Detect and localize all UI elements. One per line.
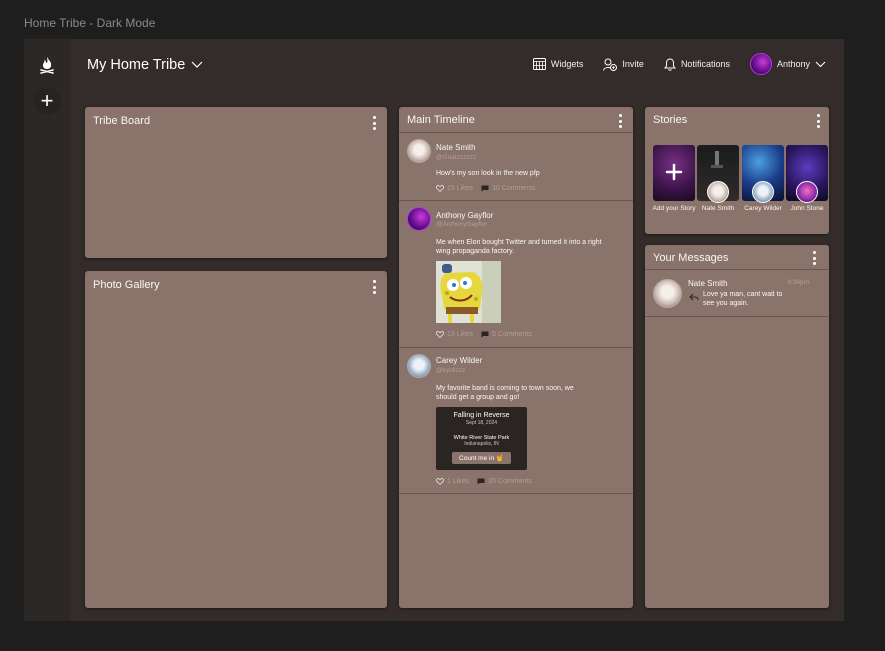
heart-icon — [436, 478, 444, 485]
event-title: Falling in Reverse — [453, 412, 510, 419]
campfire-icon — [40, 57, 54, 74]
message-time: 9:36pm — [787, 279, 809, 286]
more-options-icon[interactable] — [815, 114, 821, 128]
add-story-tile[interactable] — [653, 145, 695, 201]
post-handle: @AnthonyGayflor — [436, 221, 488, 228]
comment-icon — [481, 185, 489, 192]
more-options-icon[interactable] — [617, 114, 623, 128]
plus-icon — [665, 163, 683, 181]
comments-count: 10 Comments — [492, 185, 536, 192]
invite-button[interactable]: Invite — [603, 58, 644, 71]
more-options-icon[interactable] — [371, 116, 377, 130]
timeline-post: Nate Smith @Gnatzzzzzz How's my son look… — [399, 133, 633, 201]
post-text: How's my son look in the new pfp — [436, 170, 540, 177]
tribe-home-button[interactable] — [33, 51, 61, 79]
bell-icon — [663, 57, 676, 71]
message-preview: Love ya man, cant wait to see you again. — [703, 291, 783, 307]
comment-icon — [481, 331, 489, 338]
likes-count: 15 Likes — [447, 185, 474, 192]
comment-icon — [477, 478, 485, 485]
stories-title: Stories — [653, 114, 688, 126]
like-button[interactable]: 13 Likes — [436, 331, 473, 338]
message-sender: Nate Smith — [688, 279, 728, 288]
comments-count: 20 Comments — [488, 478, 532, 485]
post-stats: 15 Likes 10 Comments — [436, 185, 536, 192]
more-options-icon[interactable] — [811, 251, 817, 265]
widgets-label: Widgets — [550, 59, 584, 69]
tribe-board-card: Tribe Board — [85, 107, 387, 258]
notifications-label: Notifications — [680, 59, 730, 69]
post-text: Me when Elon bought Twitter and turned i… — [436, 239, 602, 255]
post-author[interactable]: Carey Wilder — [436, 356, 482, 365]
widgets-icon — [532, 58, 546, 70]
likes-count: 13 Likes — [447, 331, 474, 338]
reply-icon — [689, 293, 699, 301]
tribe-selector[interactable]: My Home Tribe — [87, 57, 203, 73]
like-button[interactable]: 15 Likes — [436, 185, 473, 192]
timeline-post: Carey Wilder @kyldizzz My favorite band … — [399, 348, 633, 494]
timeline-title: Main Timeline — [407, 114, 475, 126]
comments-count: 5 Comments — [492, 331, 532, 338]
comment-button[interactable]: 5 Comments — [481, 331, 532, 338]
photo-gallery-title: Photo Gallery — [93, 279, 160, 291]
story-avatar — [752, 181, 774, 203]
post-avatar[interactable] — [407, 139, 431, 163]
story-avatar — [796, 181, 818, 203]
story-label: Nate Smith — [701, 205, 735, 212]
invite-label: Invite — [622, 59, 644, 69]
heart-icon — [436, 185, 444, 192]
message-avatar — [653, 279, 682, 308]
post-author[interactable]: Anthony Gayflor — [436, 211, 493, 220]
topbar-actions: Widgets Invite Notifications Anthony — [532, 53, 826, 75]
sponge-meme-image — [436, 261, 501, 323]
more-options-icon[interactable] — [371, 280, 377, 294]
post-avatar[interactable] — [407, 207, 431, 231]
user-name: Anthony — [776, 59, 810, 69]
heart-icon — [436, 331, 444, 338]
main-timeline-card: Main Timeline Nate Smith @Gnatzzzzzz How… — [399, 107, 633, 608]
post-image[interactable] — [436, 261, 501, 323]
post-avatar[interactable] — [407, 354, 431, 378]
event-date: Sept 18, 2024 — [465, 420, 498, 426]
post-stats: 13 Likes 5 Comments — [436, 331, 532, 338]
app-window: + My Home Tribe Widgets Invite Notificat… — [24, 39, 844, 621]
event-card: Falling in Reverse Sept 18, 2024 White R… — [436, 407, 527, 470]
widgets-button[interactable]: Widgets — [532, 58, 584, 70]
post-author[interactable]: Nate Smith — [436, 143, 476, 152]
notifications-button[interactable]: Notifications — [663, 57, 730, 71]
story-label: Carey Wilder — [744, 205, 782, 212]
messages-title: Your Messages — [653, 252, 729, 264]
tribe-title: My Home Tribe — [87, 57, 186, 73]
user-avatar — [749, 53, 772, 75]
likes-count: 1 Likes — [447, 478, 470, 485]
post-stats: 1 Likes 20 Comments — [436, 478, 532, 485]
like-button[interactable]: 1 Likes — [436, 478, 469, 485]
post-handle: @Gnatzzzzzz — [436, 154, 477, 161]
post-handle: @kyldizzz — [436, 367, 466, 374]
story-avatar — [707, 181, 729, 203]
plus-icon: + — [40, 88, 54, 113]
timeline-post: Anthony Gayflor @AnthonyGayflor Me when … — [399, 201, 633, 348]
chevron-down-icon — [191, 61, 203, 68]
count-me-in-button[interactable]: Count me in 🤘 — [452, 452, 511, 464]
message-item[interactable]: Nate Smith 9:36pm Love ya man, cant wait… — [645, 270, 829, 317]
user-menu[interactable]: Anthony — [749, 53, 826, 75]
photo-gallery-card: Photo Gallery — [85, 271, 387, 608]
event-city: Indianapolis, IN — [464, 441, 499, 447]
messages-card: Your Messages Nate Smith 9:36pm Love ya … — [645, 245, 829, 608]
story-label: John Stone — [790, 205, 824, 212]
comment-button[interactable]: 20 Comments — [477, 478, 532, 485]
comment-button[interactable]: 10 Comments — [481, 185, 536, 192]
story-label: Add your Story — [652, 205, 696, 212]
add-tribe-button[interactable]: + — [33, 87, 61, 115]
chevron-down-icon — [815, 61, 826, 67]
frame-title: Home Tribe - Dark Mode — [24, 16, 156, 30]
tribe-board-title: Tribe Board — [93, 115, 151, 127]
invite-user-icon — [603, 58, 618, 71]
stories-card: Stories Add your Story Nate Smith Carey … — [645, 107, 829, 234]
left-rail: + — [24, 39, 70, 621]
post-text: My favorite band is coming to town soon,… — [436, 385, 574, 401]
main-area: My Home Tribe Widgets Invite Notificatio… — [70, 39, 844, 621]
